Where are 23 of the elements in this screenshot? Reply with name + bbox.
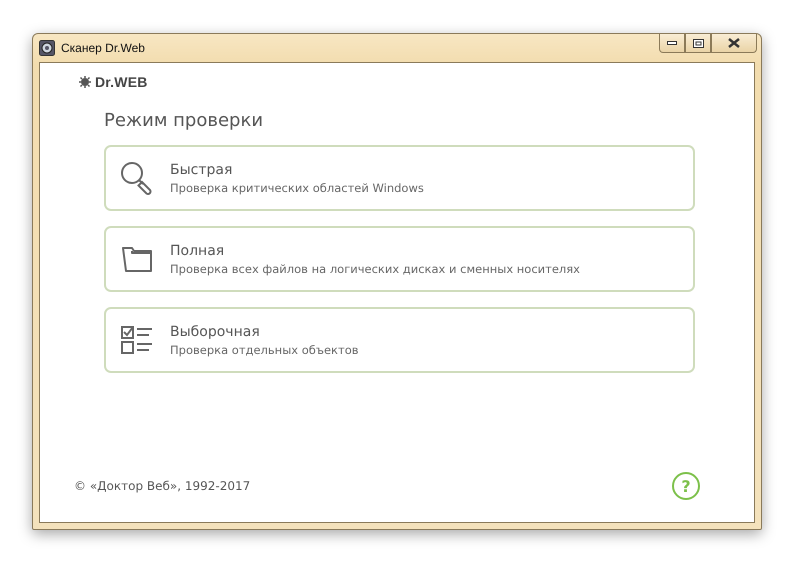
- minimize-icon: [667, 41, 677, 45]
- copyright-text: © «Доктор Веб», 1992-2017: [74, 479, 250, 493]
- maximize-icon: [692, 38, 704, 48]
- option-title: Выборочная: [170, 324, 261, 340]
- folder-icon: [120, 244, 154, 274]
- window-title: Сканер Dr.Web: [61, 41, 145, 55]
- search-icon: [120, 161, 154, 195]
- logo-text: Dr.WEB: [95, 74, 148, 90]
- minimize-button[interactable]: [659, 34, 685, 53]
- close-icon: [728, 38, 740, 48]
- scan-mode-option[interactable]: Полная Проверка всех файлов на логических дисках и сменных носителях: [104, 226, 695, 292]
- option-description: Проверка всех файлов на логических дисках и сменных носителях: [170, 262, 580, 276]
- scan-mode-option[interactable]: Выборочная Проверка отдельных объектов: [104, 307, 695, 373]
- checklist-icon: [120, 324, 154, 356]
- scan-mode-option[interactable]: Быстрая Проверка критических областей Windows: [104, 145, 695, 211]
- option-title: Полная: [170, 242, 226, 258]
- option-description: Проверка критических областей Windows: [170, 180, 424, 194]
- option-description: Проверка отдельных объектов: [170, 342, 359, 356]
- option-title: Быстрая: [170, 162, 234, 178]
- page-heading: Режим проверки: [104, 110, 264, 131]
- maximize-button[interactable]: [685, 34, 711, 53]
- close-button[interactable]: [711, 34, 757, 53]
- scanner-app-icon: [39, 40, 55, 56]
